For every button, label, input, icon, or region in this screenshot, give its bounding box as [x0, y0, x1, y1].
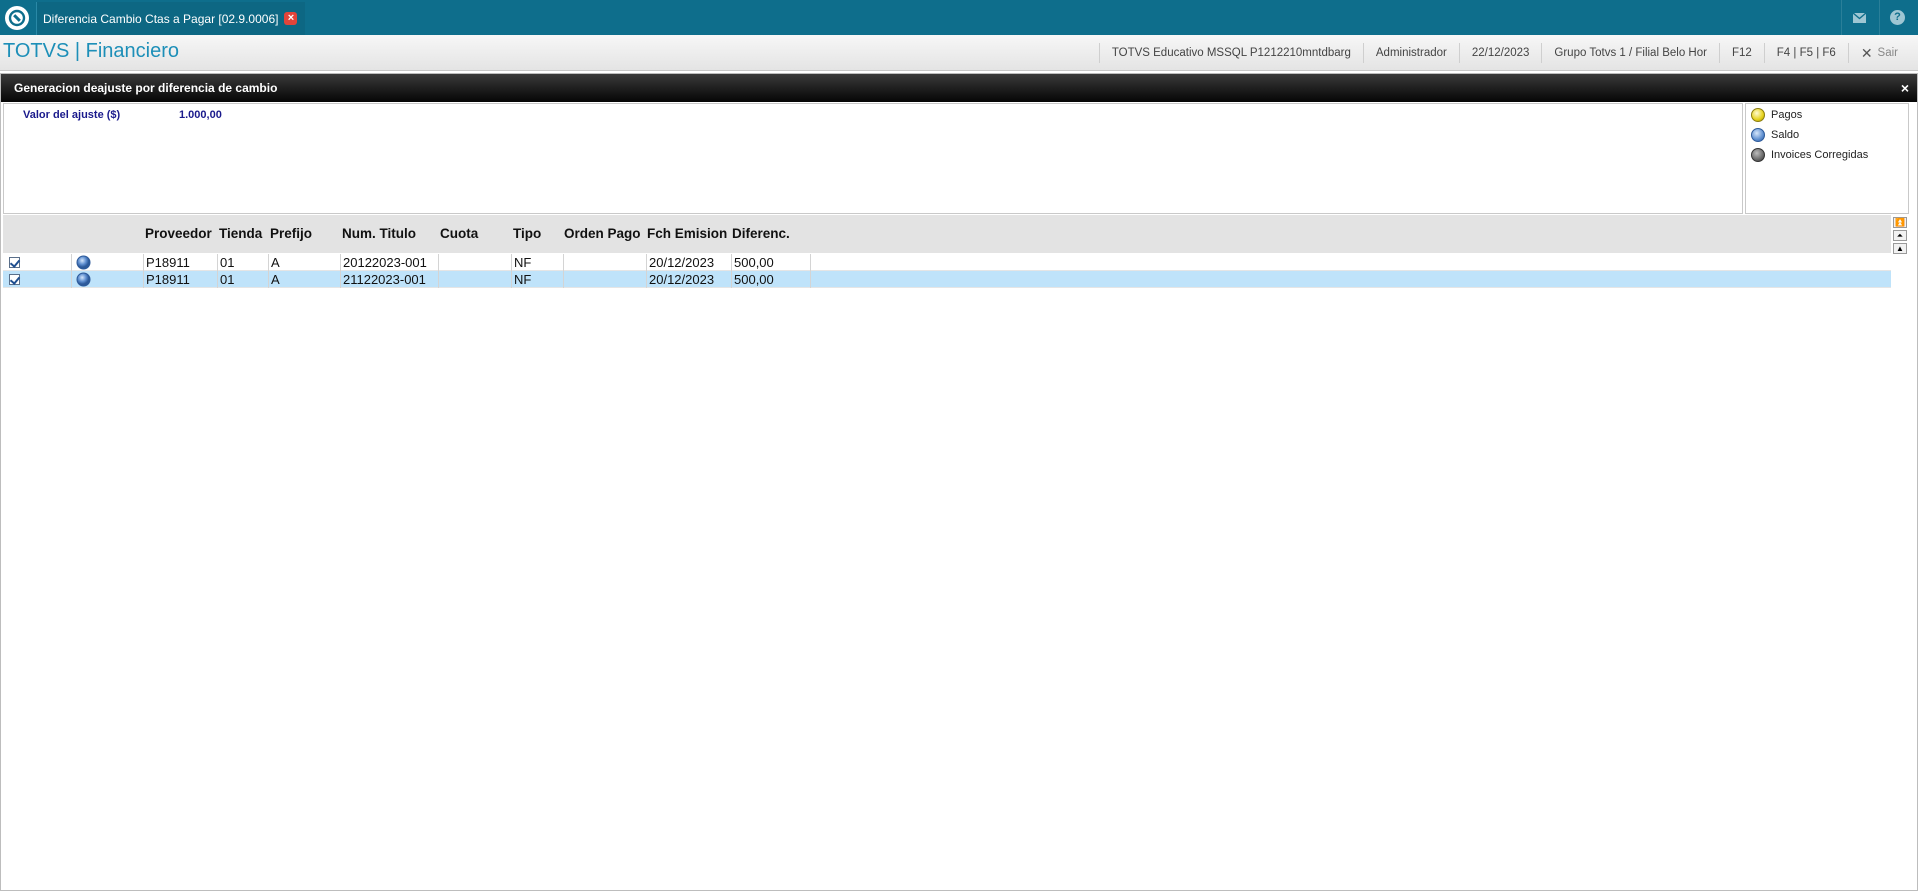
adjustment-dialog: Generacion deajuste por diferencia de ca…: [0, 73, 1918, 891]
top-tab-bar: Diferencia Cambio Ctas a Pagar [02.9.000…: [0, 0, 1918, 35]
company-label[interactable]: Grupo Totvs 1 / Filial Belo Hor: [1541, 43, 1719, 63]
cell-cuota: [438, 254, 511, 271]
mail-icon[interactable]: [1841, 0, 1877, 35]
row-checkbox[interactable]: [9, 257, 20, 268]
close-icon[interactable]: ×: [284, 12, 298, 25]
tab-diferencia-cambio[interactable]: Diferencia Cambio Ctas a Pagar [02.9.000…: [36, 2, 306, 35]
legend-label: Pagos: [1771, 109, 1803, 121]
cell-tienda: 01: [217, 254, 268, 271]
column-header-proveedor[interactable]: Proveedor: [145, 226, 215, 241]
column-header-num-titulo[interactable]: Num. Titulo: [342, 226, 437, 241]
close-icon: ✕: [1860, 45, 1873, 61]
column-header-tienda[interactable]: Tienda: [219, 226, 267, 241]
column-header-diferenc[interactable]: Diferenc.: [732, 226, 802, 241]
table-row[interactable]: P18911 01 A 20122023-001 NF 20/12/2023 5…: [3, 254, 1891, 271]
dialog-close-button[interactable]: ×: [1901, 80, 1909, 96]
tab-title: Diferencia Cambio Ctas a Pagar [02.9.000…: [43, 11, 279, 26]
scroll-top-button[interactable]: ⏫: [1893, 217, 1907, 228]
column-header-tipo[interactable]: Tipo: [513, 226, 563, 241]
status-cell: [71, 271, 145, 288]
legend-item-invoices-corregidas: Invoices Corregidas: [1751, 148, 1868, 162]
cell-num-titulo: 21122023-001: [340, 271, 438, 288]
cell-diferenc: 500,00: [731, 271, 811, 288]
legend-label: Invoices Corregidas: [1771, 149, 1869, 161]
help-icon[interactable]: ?: [1879, 0, 1915, 35]
column-header-prefijo[interactable]: Prefijo: [270, 226, 340, 241]
exit-button[interactable]: ✕ Sair: [1847, 43, 1918, 63]
grid-scroll-buttons: ⏫ ⏶ ▲: [1893, 217, 1907, 254]
blue-status-icon: [76, 255, 91, 270]
column-header-orden-pago[interactable]: Orden Pago: [564, 226, 646, 241]
f12-shortcut[interactable]: F12: [1718, 43, 1764, 63]
column-header-fch-emision[interactable]: Fch Emision: [647, 226, 731, 241]
parameters-panel: Valor del ajuste ($) 1.000,00: [3, 103, 1743, 214]
blue-status-icon: [1751, 128, 1765, 142]
dialog-title: Generacion deajuste por diferencia de ca…: [14, 81, 278, 95]
column-header-cuota[interactable]: Cuota: [440, 226, 510, 241]
help-glyph: ?: [1890, 10, 1905, 25]
cell-tipo: NF: [511, 254, 563, 271]
cell-prefijo: A: [268, 254, 340, 271]
dialog-title-bar: Generacion deajuste por diferencia de ca…: [1, 74, 1917, 102]
gray-status-icon: [1751, 148, 1765, 162]
totvs-logo-icon[interactable]: [5, 6, 29, 30]
cell-orden-pago: [563, 254, 646, 271]
header-bar: TOTVS | Financiero TOTVS Educativo MSSQL…: [0, 35, 1918, 71]
cell-tienda: 01: [217, 271, 268, 288]
header-info: TOTVS Educativo MSSQL P1212210mntdbarg A…: [1098, 35, 1918, 71]
legend-label: Saldo: [1771, 129, 1800, 141]
grid-header: Proveedor Tienda Prefijo Num. Titulo Cuo…: [3, 215, 1891, 253]
app-brand: TOTVS | Financiero: [3, 40, 179, 62]
legend-panel: Pagos Saldo Invoices Corregidas: [1745, 103, 1909, 214]
blue-status-icon: [76, 272, 91, 287]
function-shortcuts[interactable]: F4 | F5 | F6: [1763, 43, 1848, 63]
exit-label: Sair: [1877, 47, 1898, 59]
cell-tipo: NF: [511, 271, 563, 288]
cell-prefijo: A: [268, 271, 340, 288]
cell-proveedor: P18911: [143, 271, 217, 288]
cell-diferenc: 500,00: [731, 254, 811, 271]
legend-item-pagos: Pagos: [1751, 108, 1802, 122]
cell-fch-emision: 20/12/2023: [646, 271, 731, 288]
scroll-page-up-button[interactable]: ⏶: [1893, 230, 1907, 241]
row-checkbox[interactable]: [9, 274, 20, 285]
environment-label[interactable]: TOTVS Educativo MSSQL P1212210mntdbarg: [1098, 43, 1363, 63]
adjustment-value-label: Valor del ajuste ($): [23, 109, 121, 121]
cell-proveedor: P18911: [143, 254, 217, 271]
yellow-status-icon: [1751, 108, 1765, 122]
titles-grid: Proveedor Tienda Prefijo Num. Titulo Cuo…: [3, 215, 1891, 890]
cell-cuota: [438, 271, 511, 288]
date-label[interactable]: 22/12/2023: [1458, 43, 1542, 63]
status-cell: [71, 254, 145, 271]
user-label[interactable]: Administrador: [1362, 43, 1459, 63]
legend-item-saldo: Saldo: [1751, 128, 1799, 142]
cell-orden-pago: [563, 271, 646, 288]
table-row-selected[interactable]: P18911 01 A 21122023-001 NF 20/12/2023 5…: [3, 271, 1891, 288]
scroll-up-button[interactable]: ▲: [1893, 243, 1907, 254]
cell-num-titulo: 20122023-001: [340, 254, 438, 271]
cell-fch-emision: 20/12/2023: [646, 254, 731, 271]
adjustment-value: 1.000,00: [179, 109, 222, 121]
